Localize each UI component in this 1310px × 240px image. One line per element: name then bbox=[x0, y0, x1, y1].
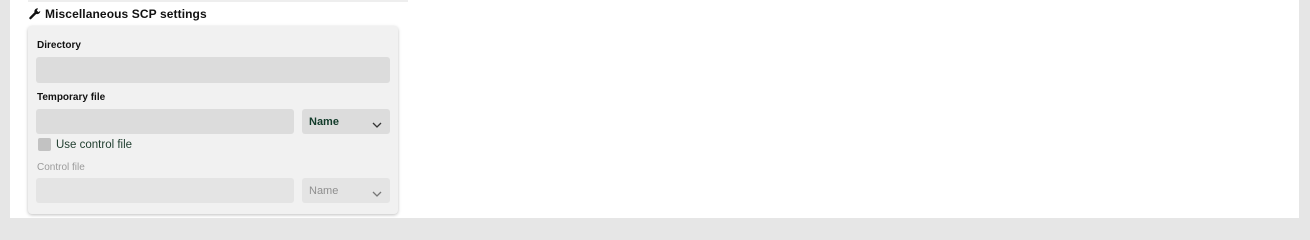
directory-input[interactable] bbox=[36, 57, 390, 83]
use-control-file-row[interactable]: Use control file bbox=[38, 138, 132, 151]
chevron-down-icon bbox=[372, 119, 382, 128]
temporary-file-select-value: Name bbox=[309, 115, 339, 128]
wrench-icon bbox=[28, 7, 42, 21]
control-file-select[interactable]: Name bbox=[302, 178, 390, 203]
use-control-file-checkbox[interactable] bbox=[38, 138, 51, 151]
temporary-file-label: Temporary file bbox=[37, 92, 106, 103]
page-content: Miscellaneous SCP settings Directory Tem… bbox=[10, 0, 1299, 218]
temporary-file-select[interactable]: Name bbox=[302, 109, 390, 134]
temporary-file-input[interactable] bbox=[36, 109, 294, 134]
control-file-input[interactable] bbox=[36, 178, 294, 203]
control-file-select-value: Name bbox=[309, 184, 339, 197]
settings-card: Directory Temporary file Name Use contro… bbox=[28, 26, 398, 214]
control-file-label: Control file bbox=[37, 162, 85, 173]
chevron-down-icon bbox=[372, 188, 382, 197]
use-control-file-label[interactable]: Use control file bbox=[56, 139, 132, 151]
directory-label: Directory bbox=[37, 40, 81, 51]
section-header: Miscellaneous SCP settings bbox=[28, 6, 207, 22]
divider bbox=[28, 0, 408, 2]
section-title: Miscellaneous SCP settings bbox=[45, 7, 207, 21]
